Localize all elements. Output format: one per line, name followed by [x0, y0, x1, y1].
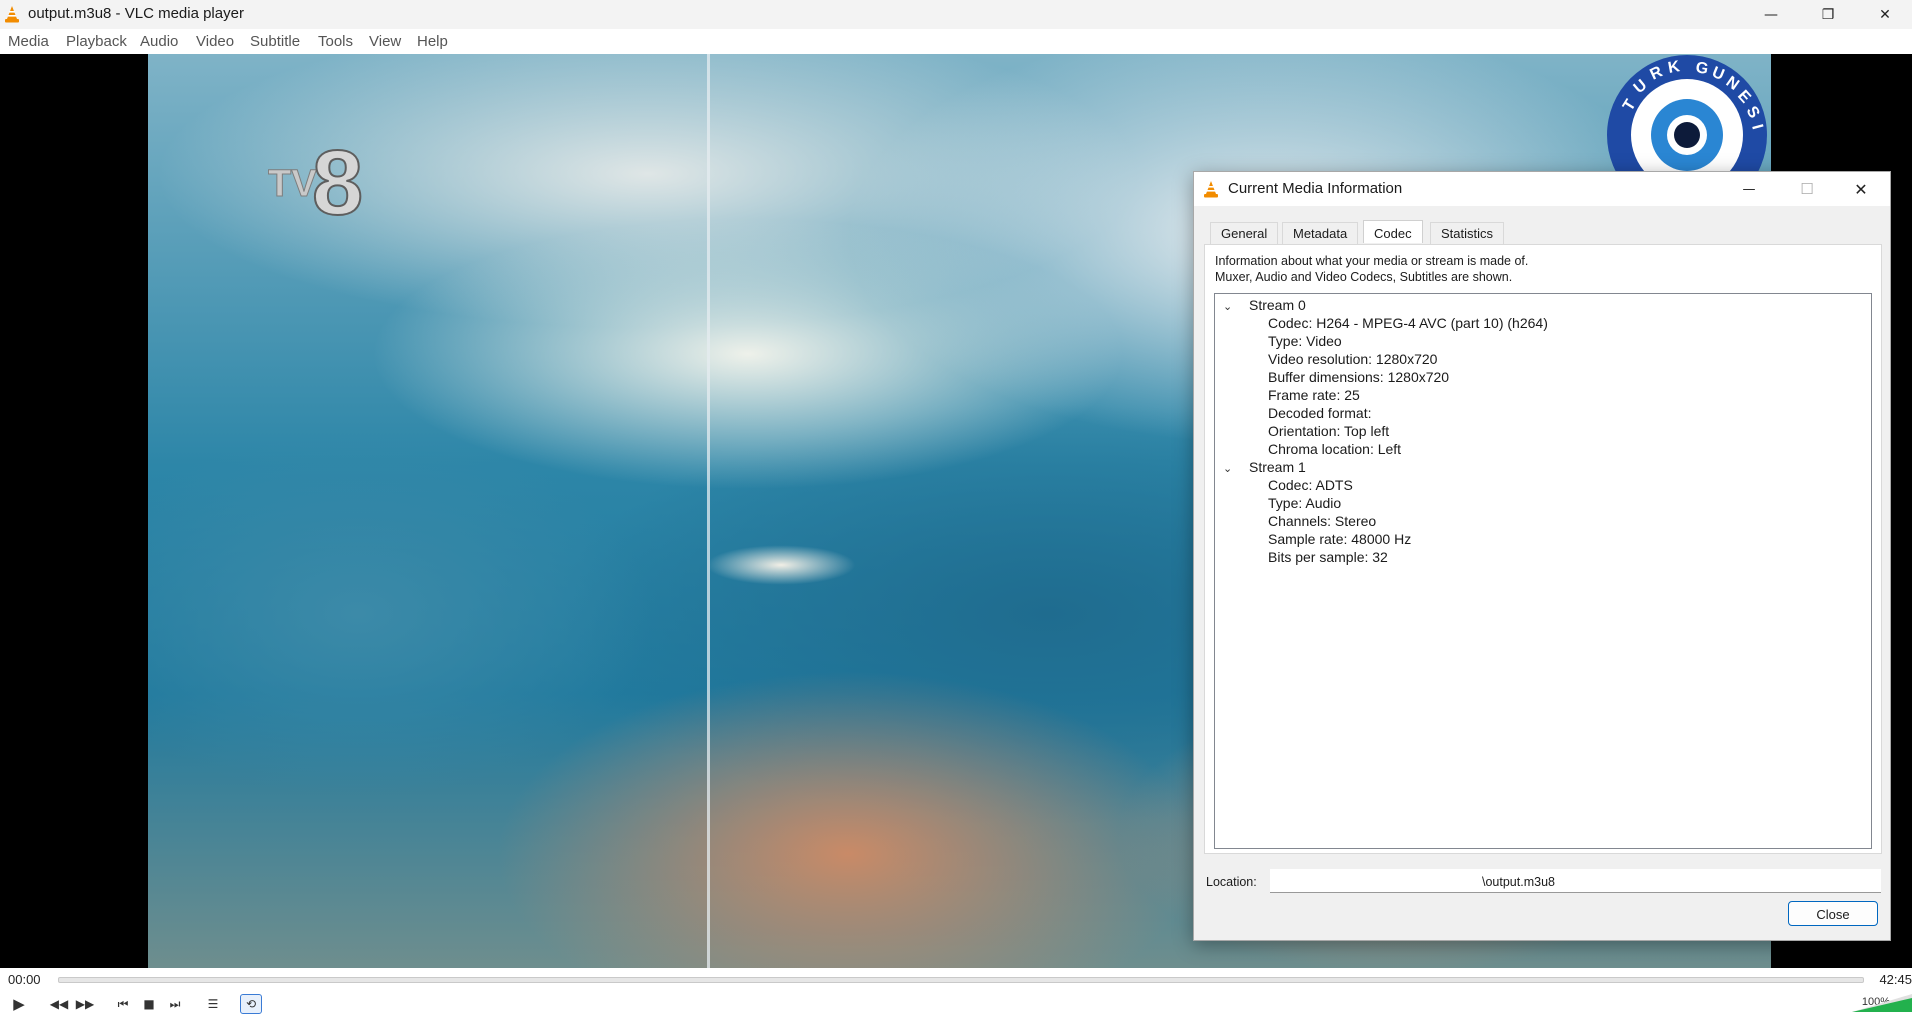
rewind-icon: ◀◀: [49, 997, 69, 1011]
codec-panel: Information about what your media or str…: [1204, 244, 1882, 854]
tree-item[interactable]: Bits per sample: 32: [1268, 546, 1388, 568]
skip-back-icon: ⏮: [117, 996, 129, 1011]
menu-media[interactable]: Media: [8, 33, 49, 50]
control-bar: ▶ ◀◀ ▶▶ ⏮ ■ ⏭ ☰ ⟲ 100%: [0, 992, 1912, 1014]
dialog-title: Current Media Information: [1228, 180, 1403, 197]
menu-tools[interactable]: Tools: [318, 33, 353, 50]
tv8-logo: TV 8: [268, 134, 364, 224]
vlc-cone-icon: [1204, 181, 1218, 198]
codec-description-line1: Information about what your media or str…: [1215, 254, 1529, 268]
skip-forward-icon: ⏭: [169, 996, 181, 1011]
svg-text:8: 8: [312, 134, 363, 224]
extended-settings-button[interactable]: ☰: [202, 994, 224, 1014]
next-chapter-button[interactable]: ▶▶: [74, 994, 96, 1014]
menu-playback[interactable]: Playback: [66, 33, 127, 50]
media-info-dialog: Current Media Information — ☐ ✕ General …: [1193, 171, 1891, 941]
seek-slider[interactable]: [58, 977, 1864, 983]
tab-metadata[interactable]: Metadata: [1282, 222, 1359, 244]
codec-description-line2: Muxer, Audio and Video Codecs, Subtitles…: [1215, 270, 1513, 284]
total-time[interactable]: 42:45: [1879, 972, 1912, 987]
tab-codec[interactable]: Codec: [1363, 220, 1423, 243]
close-button[interactable]: Close: [1788, 901, 1878, 926]
menu-audio[interactable]: Audio: [140, 33, 178, 50]
stop-icon: ■: [143, 997, 155, 1011]
menu-help[interactable]: Help: [417, 33, 448, 50]
restore-button[interactable]: ❐: [1800, 0, 1856, 29]
dialog-title-bar: Current Media Information — ☐ ✕: [1194, 172, 1890, 206]
volume-slider[interactable]: [1852, 994, 1912, 1012]
tab-statistics[interactable]: Statistics: [1430, 222, 1505, 244]
stop-button[interactable]: ■: [138, 994, 160, 1014]
location-value: \output.m3u8: [1482, 875, 1555, 889]
location-field[interactable]: [1270, 869, 1881, 893]
stream-tree[interactable]: ⌄ Stream 0 Codec: H264 - MPEG-4 AVC (part…: [1214, 293, 1872, 849]
menu-view[interactable]: View: [369, 33, 401, 50]
svg-text:TV: TV: [268, 163, 317, 205]
play-button[interactable]: ▶: [6, 994, 32, 1014]
minimize-button[interactable]: —: [1743, 0, 1799, 29]
turk-gunesi-logo: T U R K G U N E S I: [1607, 55, 1767, 176]
location-label: Location:: [1206, 875, 1257, 889]
dialog-close-x-button[interactable]: ✕: [1834, 172, 1888, 206]
codec-description: Information about what your media or str…: [1215, 253, 1528, 285]
dialog-maximize-button[interactable]: ☐: [1780, 172, 1834, 206]
dialog-minimize-button[interactable]: —: [1722, 172, 1776, 206]
loop-icon: ⟲: [245, 997, 257, 1011]
chevron-down-icon[interactable]: ⌄: [1223, 458, 1241, 480]
play-icon: ▶: [13, 995, 25, 1013]
loop-button[interactable]: ⟲: [240, 994, 262, 1014]
chevron-down-icon[interactable]: ⌄: [1223, 296, 1241, 318]
seek-bar-area: 00:00 42:45: [0, 968, 1912, 992]
elapsed-time: 00:00: [8, 972, 41, 987]
menu-bar: Media Playback Audio Video Subtitle Tool…: [0, 29, 1912, 54]
window-title: output.m3u8 - VLC media player: [28, 5, 244, 22]
tab-general[interactable]: General: [1210, 222, 1279, 244]
video-artifact-line: [707, 54, 710, 968]
equalizer-icon: ☰: [207, 997, 219, 1011]
window-close-button[interactable]: ✕: [1857, 0, 1912, 29]
next-button[interactable]: ⏭: [164, 994, 186, 1014]
previous-chapter-button[interactable]: ◀◀: [48, 994, 70, 1014]
fast-forward-icon: ▶▶: [75, 997, 95, 1011]
menu-video[interactable]: Video: [196, 33, 234, 50]
video-ship: [706, 545, 856, 585]
previous-button[interactable]: ⏮: [112, 994, 134, 1014]
title-bar: output.m3u8 - VLC media player — ❐ ✕: [0, 0, 1912, 29]
menu-subtitle[interactable]: Subtitle: [250, 33, 300, 50]
vlc-cone-icon: [5, 6, 19, 23]
